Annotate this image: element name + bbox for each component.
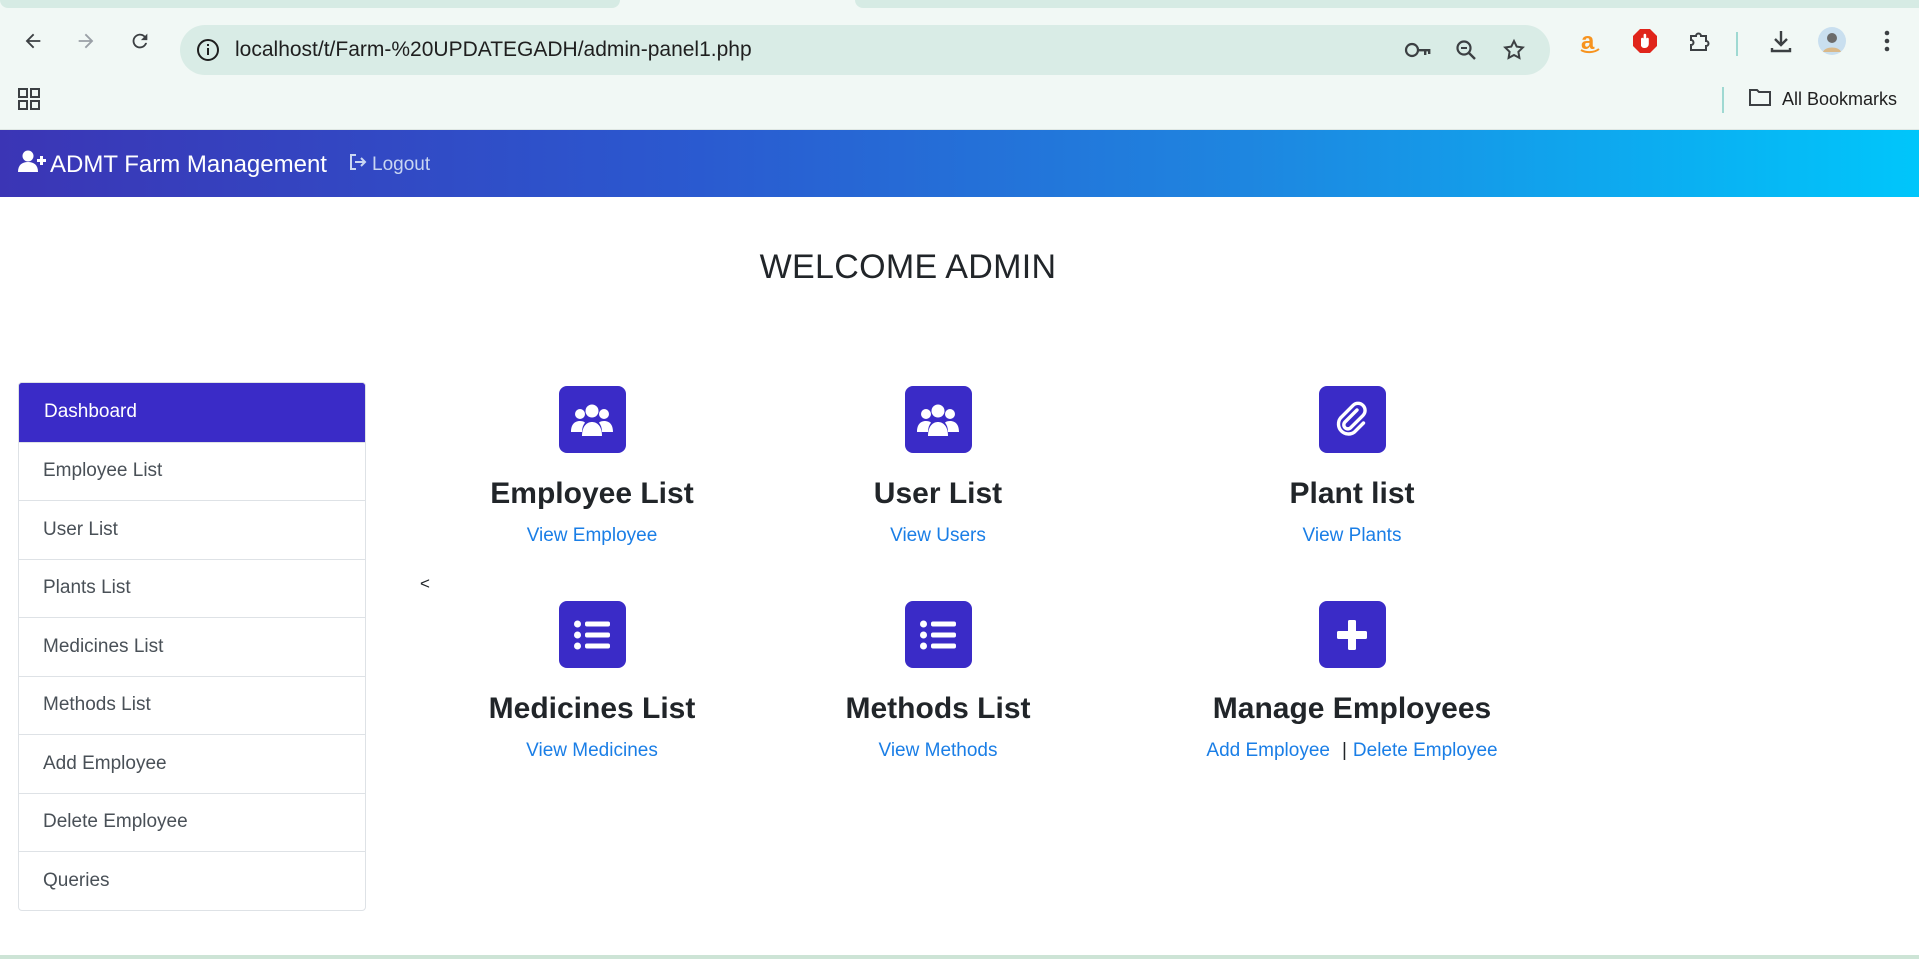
card-methods-list: Methods List View Methods xyxy=(758,601,1118,762)
bookmark-star-icon[interactable] xyxy=(1498,34,1530,66)
bookmarks-separator xyxy=(1722,87,1724,113)
profile-avatar-icon[interactable] xyxy=(1816,25,1848,57)
card-employee-list: Employee List View Employee xyxy=(412,386,772,547)
bookmarks-bar: All Bookmarks xyxy=(0,78,1919,130)
sidebar-item-plants-list[interactable]: Plants List xyxy=(19,558,365,618)
list-icon[interactable] xyxy=(558,601,626,668)
site-info-icon[interactable] xyxy=(194,36,222,64)
manage-employees-links: Add Employee | Delete Employee xyxy=(1172,740,1532,762)
all-bookmarks-label: All Bookmarks xyxy=(1782,88,1898,109)
sidebar-item-medicines-list[interactable]: Medicines List xyxy=(19,617,365,676)
browser-toolbar: localhost/t/Farm-%20UPDATEGADH/admin-pan… xyxy=(0,8,1919,86)
forward-icon[interactable] xyxy=(70,25,102,57)
link-separator: | xyxy=(1341,740,1347,761)
paperclip-icon[interactable] xyxy=(1318,386,1386,453)
reload-icon[interactable] xyxy=(124,25,156,57)
users-icon[interactable] xyxy=(558,386,626,453)
add-employee-link[interactable]: Add Employee xyxy=(1206,740,1330,762)
view-users-link[interactable]: View Users xyxy=(758,525,1118,547)
adblock-extension-icon[interactable] xyxy=(1629,25,1661,57)
inactive-tab-area[interactable] xyxy=(855,0,1919,8)
app-navbar: ADMT Farm Management Logout xyxy=(0,130,1919,197)
card-title: Manage Employees xyxy=(1212,692,1492,725)
users-icon[interactable] xyxy=(904,386,972,453)
welcome-heading: WELCOME ADMIN xyxy=(759,248,1057,286)
brand-label: ADMT Farm Management xyxy=(50,150,327,178)
address-bar[interactable]: localhost/t/Farm-%20UPDATEGADH/admin-pan… xyxy=(180,25,1550,75)
sidebar-nav: Dashboard Employee List User List Plants… xyxy=(18,382,366,911)
plus-icon[interactable] xyxy=(1318,601,1386,668)
sidebar-item-user-list[interactable]: User List xyxy=(19,500,365,559)
password-key-icon[interactable] xyxy=(1402,34,1434,66)
sidebar-collapse-toggle[interactable]: < xyxy=(420,574,430,594)
active-tab[interactable] xyxy=(0,0,620,8)
logout-label: Logout xyxy=(372,154,431,175)
extensions-puzzle-icon[interactable] xyxy=(1683,25,1715,57)
view-employee-link[interactable]: View Employee xyxy=(412,525,772,547)
back-icon[interactable] xyxy=(17,25,49,57)
toolbar-separator xyxy=(1736,32,1738,56)
amazon-extension-icon[interactable]: a xyxy=(1574,25,1606,57)
apps-grid-icon[interactable] xyxy=(16,86,44,114)
sidebar-item-add-employee[interactable]: Add Employee xyxy=(19,734,365,793)
card-title: Medicines List xyxy=(488,692,696,725)
logout-link[interactable]: Logout xyxy=(348,153,430,177)
card-title: Plant list xyxy=(1289,477,1415,510)
card-user-list: User List View Users xyxy=(758,386,1118,547)
view-plants-link[interactable]: View Plants xyxy=(1172,525,1532,547)
card-title: Methods List xyxy=(845,692,1031,725)
card-plant-list: Plant list View Plants xyxy=(1172,386,1532,547)
all-bookmarks-button[interactable]: All Bookmarks xyxy=(1748,84,1897,114)
download-icon[interactable] xyxy=(1765,25,1797,57)
folder-icon xyxy=(1748,87,1772,112)
user-plus-icon xyxy=(18,149,46,180)
sidebar-item-delete-employee[interactable]: Delete Employee xyxy=(19,792,365,852)
list-icon[interactable] xyxy=(904,601,972,668)
card-medicines-list: Medicines List View Medicines xyxy=(412,601,772,762)
delete-employee-link[interactable]: Delete Employee xyxy=(1353,740,1498,762)
card-title: Employee List xyxy=(490,477,694,510)
tab-strip xyxy=(0,0,1919,8)
sidebar-item-employee-list[interactable]: Employee List xyxy=(19,441,365,501)
url-text[interactable]: localhost/t/Farm-%20UPDATEGADH/admin-pan… xyxy=(235,38,752,62)
sidebar-item-queries[interactable]: Queries xyxy=(19,851,365,910)
view-methods-link[interactable]: View Methods xyxy=(758,740,1118,762)
brand-link[interactable]: ADMT Farm Management xyxy=(18,149,327,180)
card-title: User List xyxy=(873,477,1003,510)
card-manage-employees: Manage Employees Add Employee | Delete E… xyxy=(1172,601,1532,762)
sign-out-icon xyxy=(348,153,368,177)
sidebar-item-dashboard[interactable]: Dashboard xyxy=(19,383,365,442)
browser-menu-icon[interactable] xyxy=(1871,25,1903,57)
page-bottom-border xyxy=(0,955,1919,959)
view-medicines-link[interactable]: View Medicines xyxy=(412,740,772,762)
zoom-icon[interactable] xyxy=(1450,34,1482,66)
sidebar-item-methods-list[interactable]: Methods List xyxy=(19,675,365,735)
